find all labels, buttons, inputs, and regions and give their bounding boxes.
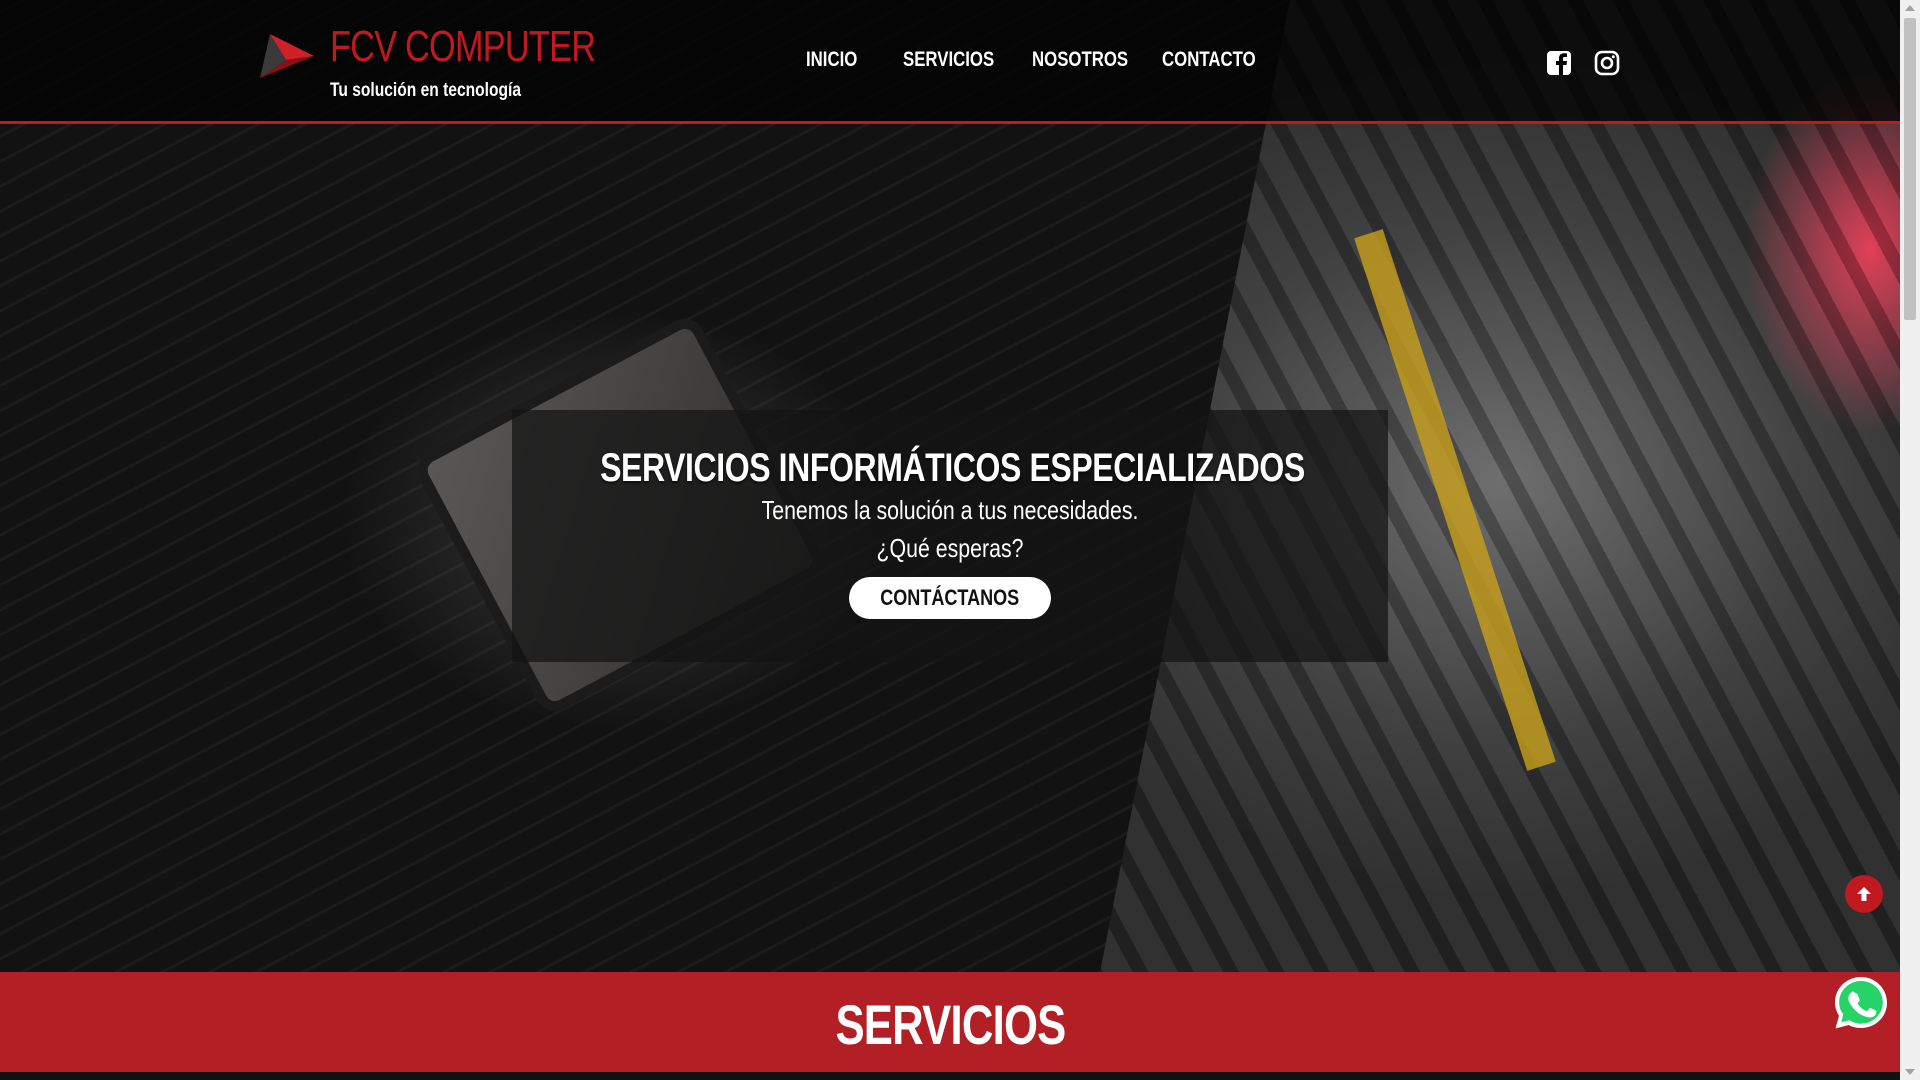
hero-title: SERVICIOS INFORMÁTICOS ESPECIALIZADOS (600, 446, 1305, 490)
scroll-thumb[interactable] (1904, 18, 1916, 320)
services-title: SERVICIOS (834, 993, 1066, 1056)
nav-contacto[interactable]: CONTACTO (1162, 48, 1256, 72)
scroll-down-arrow-icon[interactable] (1905, 1069, 1915, 1075)
hero-subtitle: Tenemos la solución a tus necesidades. (761, 495, 1139, 525)
section-divider (0, 1072, 1900, 1080)
scroll-up-arrow-icon[interactable] (1905, 5, 1915, 11)
facebook-icon[interactable] (1546, 50, 1572, 76)
contact-button-label: CONTÁCTANOS (880, 585, 1020, 610)
logo-icon[interactable] (258, 32, 314, 80)
services-section: SERVICIOS (0, 972, 1900, 1072)
whatsapp-icon[interactable] (1832, 974, 1890, 1032)
arrow-up-icon (1857, 887, 1871, 901)
scroll-to-top-button[interactable] (1845, 875, 1883, 913)
brand-tagline: Tu solución en tecnología (330, 80, 522, 101)
instagram-icon[interactable] (1594, 50, 1620, 76)
brand-name[interactable]: FCV COMPUTER (330, 22, 596, 72)
nav-nosotros[interactable]: NOSOTROS (1032, 48, 1128, 72)
page-scrollbar[interactable] (1900, 0, 1920, 1080)
hero-caption: SERVICIOS INFORMÁTICOS ESPECIALIZADOS Te… (512, 410, 1388, 662)
hero-question: ¿Qué esperas? (876, 533, 1024, 563)
site-header: FCV COMPUTER Tu solución en tecnología I… (0, 0, 1900, 124)
contact-button[interactable]: CONTÁCTANOS (849, 577, 1051, 619)
nav-servicios[interactable]: SERVICIOS (903, 48, 994, 72)
nav-inicio[interactable]: INICIO (806, 48, 857, 72)
